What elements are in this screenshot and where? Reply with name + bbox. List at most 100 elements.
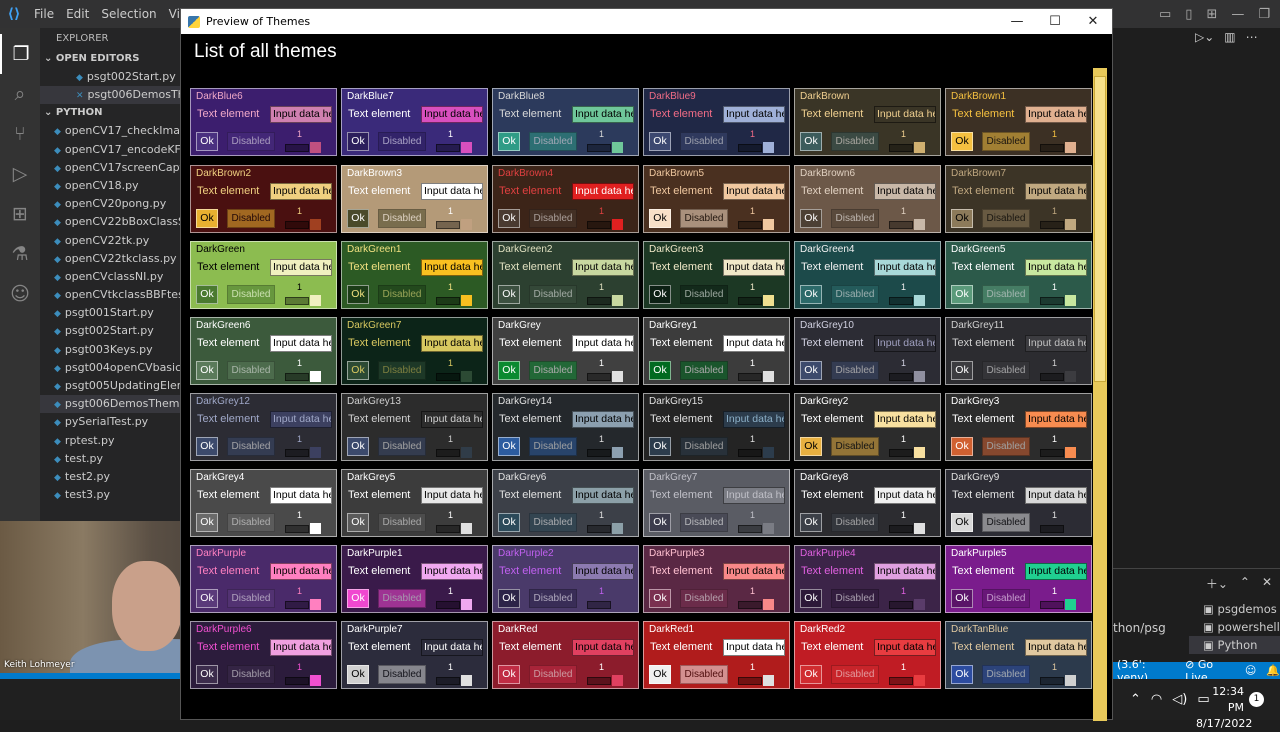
input-field[interactable]: Input data he (421, 183, 483, 200)
open-editors-section[interactable]: ⌄ OPEN EDITORS (40, 50, 180, 68)
notifications-icon[interactable]: 🔔 (1266, 664, 1280, 677)
grid-icon[interactable]: ⊞ (1206, 7, 1217, 22)
input-field[interactable]: Input data he (421, 335, 483, 352)
ok-button[interactable]: Ok (347, 437, 369, 456)
file-item[interactable]: ◆openCV17_checkImage (40, 122, 180, 140)
input-field[interactable]: Input data he (874, 259, 936, 276)
close-icon[interactable]: ✕ (76, 91, 84, 101)
ok-button[interactable]: Ok (196, 132, 218, 151)
slider[interactable] (436, 373, 460, 381)
scrollbar-thumb[interactable] (1094, 76, 1106, 382)
input-field[interactable]: Input data he (270, 335, 332, 352)
ok-button[interactable]: Ok (649, 665, 671, 684)
input-field[interactable]: Input data he (421, 487, 483, 504)
input-field[interactable]: Input data he (1025, 259, 1087, 276)
file-item[interactable]: ◆psgt006DemosThemes. (40, 395, 180, 414)
ok-button[interactable]: Ok (347, 285, 369, 304)
input-field[interactable]: Input data he (874, 639, 936, 656)
volume-icon[interactable]: ◁) (1172, 692, 1187, 707)
ok-button[interactable]: Ok (498, 513, 520, 532)
search-icon[interactable]: ⌕ (0, 74, 40, 114)
close-panel-icon[interactable]: ✕ (1262, 575, 1272, 592)
ok-button[interactable]: Ok (649, 285, 671, 304)
slider[interactable] (1040, 677, 1064, 685)
layout-icon[interactable]: ▭ (1159, 7, 1171, 22)
file-item[interactable]: ◆ test3.py (40, 486, 180, 504)
input-field[interactable]: Input data he (874, 563, 936, 580)
slider[interactable] (889, 525, 913, 533)
menu-selection[interactable]: Selection (95, 7, 162, 21)
slider[interactable] (889, 373, 913, 381)
ok-button[interactable]: Ok (498, 132, 520, 151)
source-control-icon[interactable]: ⑂ (0, 114, 40, 154)
slider[interactable] (285, 221, 309, 229)
ok-button[interactable]: Ok (800, 209, 822, 228)
input-field[interactable]: Input data he (421, 411, 483, 428)
chevron-up-icon[interactable]: ⌃ (1130, 692, 1141, 707)
slider[interactable] (1040, 144, 1064, 152)
input-field[interactable]: Input data he (270, 259, 332, 276)
slider[interactable] (436, 525, 460, 533)
file-item[interactable]: ◆ psgt003Keys.py (40, 341, 180, 359)
open-editor-item[interactable]: ✕psgt006DemosThe (40, 86, 180, 105)
slider[interactable] (285, 601, 309, 609)
panel-icon[interactable]: ▯ (1185, 7, 1192, 22)
clock[interactable]: 12:34 PM 8/17/2022 (1196, 684, 1252, 732)
maximize-panel-icon[interactable]: ⌃ (1240, 575, 1250, 592)
slider[interactable] (285, 449, 309, 457)
slider[interactable] (587, 601, 611, 609)
ok-button[interactable]: Ok (196, 513, 218, 532)
input-field[interactable]: Input data he (874, 411, 936, 428)
python-folder-section[interactable]: ⌄ PYTHON (40, 104, 180, 122)
ok-button[interactable]: Ok (951, 361, 973, 380)
slider[interactable] (436, 677, 460, 685)
file-item[interactable]: ◆ openCV22tkclass.py (40, 250, 180, 268)
slider[interactable] (889, 297, 913, 305)
ok-button[interactable]: Ok (649, 132, 671, 151)
input-field[interactable]: Input data he (1025, 106, 1087, 123)
slider[interactable] (1040, 221, 1064, 229)
input-field[interactable]: Input data he (874, 487, 936, 504)
terminal-item-python[interactable]: ▣ Python (1189, 636, 1280, 654)
ok-button[interactable]: Ok (951, 132, 973, 151)
slider[interactable] (889, 601, 913, 609)
file-item[interactable]: ◆ rptest.py (40, 432, 180, 450)
input-field[interactable]: Input data he (723, 106, 785, 123)
slider[interactable] (587, 297, 611, 305)
run-debug-icon[interactable]: ▷ (0, 154, 40, 194)
input-field[interactable]: Input data he (1025, 335, 1087, 352)
file-item[interactable]: ◆ test2.py (40, 468, 180, 486)
input-field[interactable]: Input data he (723, 259, 785, 276)
alien-icon[interactable]: ☺ (0, 274, 40, 314)
input-field[interactable]: Input data he (874, 106, 936, 123)
run-icon[interactable]: ▷⌄ (1195, 30, 1214, 44)
ok-button[interactable]: Ok (196, 589, 218, 608)
input-field[interactable]: Input data he (572, 259, 634, 276)
ok-button[interactable]: Ok (951, 513, 973, 532)
file-item[interactable]: ◆ pySerialTest.py (40, 413, 180, 431)
slider[interactable] (587, 373, 611, 381)
ok-button[interactable]: Ok (951, 665, 973, 684)
ok-button[interactable]: Ok (347, 132, 369, 151)
ok-button[interactable]: Ok (347, 665, 369, 684)
input-field[interactable]: Input data he (723, 183, 785, 200)
file-item[interactable]: ◆ openCVclassNI.py (40, 268, 180, 286)
input-field[interactable]: Input data he (421, 106, 483, 123)
ok-button[interactable]: Ok (196, 209, 218, 228)
slider[interactable] (436, 449, 460, 457)
files-icon[interactable]: ❐ (0, 34, 40, 74)
file-item[interactable]: ◆ psgt001Start.py (40, 304, 180, 322)
ok-button[interactable]: Ok (951, 285, 973, 304)
open-editor-item[interactable]: ◆ psgt002Start.py (40, 68, 180, 86)
slider[interactable] (436, 144, 460, 152)
ok-button[interactable]: Ok (498, 361, 520, 380)
input-field[interactable]: Input data he (723, 487, 785, 504)
ok-button[interactable]: Ok (951, 209, 973, 228)
slider[interactable] (738, 525, 762, 533)
slider[interactable] (738, 221, 762, 229)
close-button[interactable]: ✕ (1074, 9, 1112, 34)
input-field[interactable]: Input data he (723, 411, 785, 428)
slider[interactable] (738, 449, 762, 457)
slider[interactable] (738, 297, 762, 305)
input-field[interactable]: Input data he (874, 183, 936, 200)
